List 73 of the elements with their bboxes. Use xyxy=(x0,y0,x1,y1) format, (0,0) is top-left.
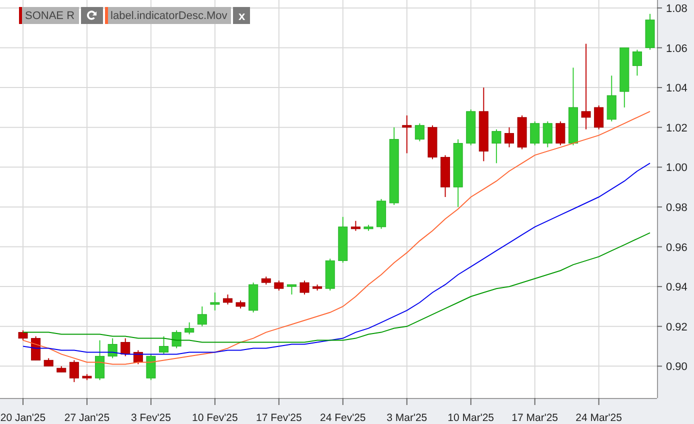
rising-candle xyxy=(364,224,374,232)
x-axis-label: 17 Mar'25 xyxy=(512,412,558,424)
rising-candle xyxy=(466,108,476,146)
rising-candle xyxy=(645,13,655,50)
falling-candle xyxy=(594,104,604,130)
rising-candle xyxy=(414,122,424,142)
rising-candle xyxy=(492,128,502,164)
y-axis-label: 0.90 xyxy=(666,361,688,374)
falling-candle xyxy=(236,300,246,309)
x-axis-label: 24 Fev'25 xyxy=(320,412,366,424)
falling-candle xyxy=(133,350,143,365)
legend-label: SONAE R xyxy=(24,10,76,22)
falling-candle xyxy=(517,114,527,150)
y-axis-label: 1.02 xyxy=(666,122,688,134)
falling-candle xyxy=(402,114,412,154)
refresh-button[interactable] xyxy=(80,7,103,24)
y-axis-label: 1.06 xyxy=(666,42,688,55)
falling-candle xyxy=(69,360,79,383)
falling-candle xyxy=(300,280,310,296)
falling-candle xyxy=(56,366,66,373)
falling-candle xyxy=(440,154,450,198)
rising-candle xyxy=(108,338,118,359)
falling-candle xyxy=(31,336,41,361)
rising-candle xyxy=(620,47,630,108)
x-axis-label: 27 Jan'25 xyxy=(64,412,110,424)
y-axis-label: 1.04 xyxy=(666,82,688,95)
rising-candle xyxy=(530,120,540,146)
y-axis-label: 0.98 xyxy=(666,202,688,214)
x-axis-label: 3 Fev'25 xyxy=(130,412,171,424)
falling-candle xyxy=(428,124,438,160)
falling-candle xyxy=(44,358,54,367)
rising-candle xyxy=(453,138,463,208)
rising-candle xyxy=(338,216,348,264)
falling-candle xyxy=(504,126,514,148)
falling-candle xyxy=(120,338,130,357)
y-axis-label: 0.94 xyxy=(666,282,688,294)
rising-candle xyxy=(325,258,335,292)
close-button[interactable]: x xyxy=(233,7,250,24)
rising-candle xyxy=(197,306,207,327)
x-axis-label: 10 Mar'25 xyxy=(448,412,494,424)
x-axis-label: 3 Mar'25 xyxy=(386,412,428,424)
falling-candle xyxy=(312,284,322,292)
rising-candle xyxy=(542,120,552,148)
rising-candle xyxy=(159,336,168,355)
x-axis-label: 20 Jan'25 xyxy=(0,412,46,424)
refresh-icon xyxy=(86,10,98,21)
rising-candle xyxy=(146,354,156,381)
rising-candle xyxy=(184,322,194,335)
legend-chip[interactable]: label.indicatorDesc.Mov xyxy=(104,7,232,24)
rising-candle xyxy=(248,282,258,313)
x-axis-label: 24 Mar'25 xyxy=(576,412,622,424)
falling-candle xyxy=(556,120,566,146)
rising-candle xyxy=(172,330,182,349)
falling-candle xyxy=(261,276,271,286)
y-axis-label: 0.96 xyxy=(666,242,688,254)
y-axis-label: 0.92 xyxy=(666,321,688,334)
falling-candle xyxy=(222,294,232,305)
falling-candle xyxy=(274,280,284,292)
falling-candle xyxy=(82,374,92,381)
x-axis-label: 17 Fev'25 xyxy=(256,412,302,424)
legend-chip[interactable]: SONAE R xyxy=(19,7,79,24)
legend-label: label.indicatorDesc.Mov xyxy=(110,10,228,22)
y-axis-label: 1.00 xyxy=(666,162,688,174)
falling-candle xyxy=(350,220,360,232)
rising-candle xyxy=(95,340,105,381)
rising-candle xyxy=(632,49,642,76)
y-axis-label: 1.08 xyxy=(666,2,688,15)
rising-candle xyxy=(286,284,296,296)
x-axis-label: 10 Fev'25 xyxy=(192,412,238,424)
rising-candle xyxy=(606,75,616,122)
falling-candle xyxy=(18,330,28,341)
rising-candle xyxy=(210,292,220,311)
rising-candle xyxy=(376,198,386,230)
